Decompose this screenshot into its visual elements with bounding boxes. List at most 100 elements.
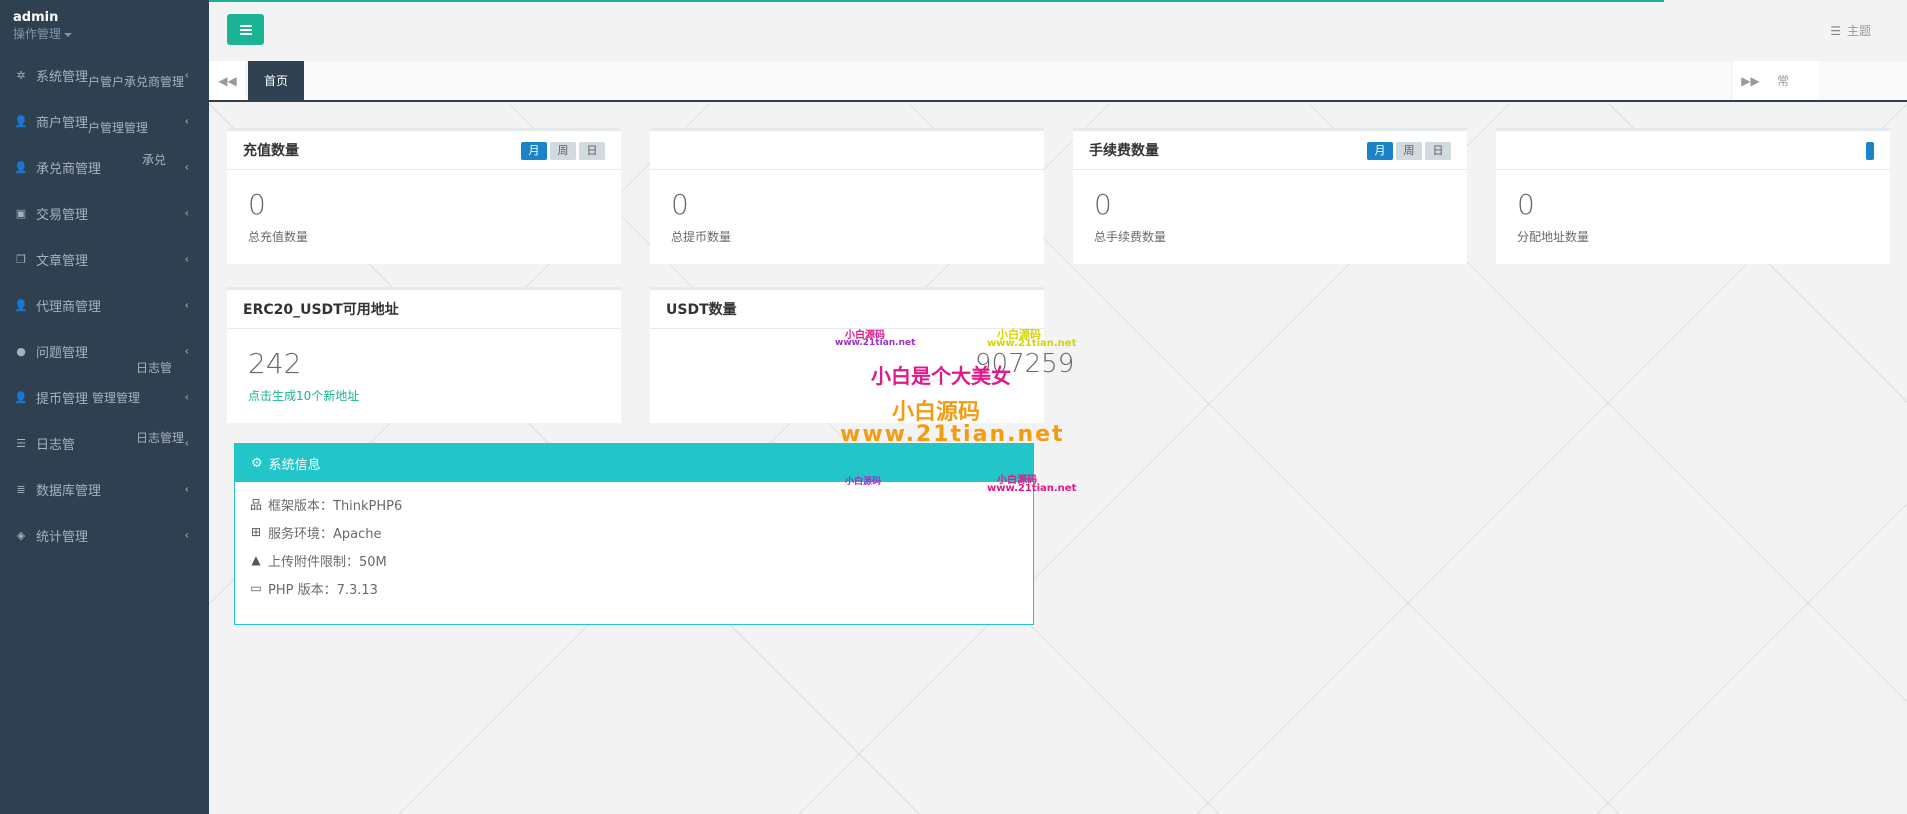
pill-week[interactable]: 周 <box>550 142 576 160</box>
cube-icon: ◈ <box>16 528 26 542</box>
sidebar-item[interactable]: ✲ 系统管理 户管户承兑商管理 ‹ <box>0 52 209 98</box>
sidebar-item-label: 统计管理 <box>36 529 89 545</box>
theme-button[interactable]: ☰ 主题 <box>1830 22 1871 39</box>
tab-close-menu[interactable]: 常 <box>1769 61 1819 100</box>
sidebar-item-label: 商户管理 <box>36 115 89 131</box>
system-info-header: ⚙ 系统信息 <box>235 444 1033 482</box>
user-icon: 👤 <box>14 390 28 404</box>
user-name: admin <box>13 10 59 25</box>
chevron-left-icon: ‹ <box>184 68 189 82</box>
card-header: 充值数量 月 周 日 <box>227 128 621 170</box>
sidebar-item[interactable]: ◈ 统计管理 ‹ <box>0 512 209 558</box>
backward-icon: ◀◀ <box>218 73 237 88</box>
system-info-row: 品框架版本：ThinkPHP6 <box>235 490 1033 518</box>
card-title: ERC20_USDT可用地址 <box>243 302 399 318</box>
card-value: 0 <box>248 188 266 221</box>
menu-toggle-button[interactable] <box>227 14 264 45</box>
recharge-count-card: 充值数量 月 周 日 0 总充值数量 <box>227 128 621 264</box>
system-info-text: 框架版本：ThinkPHP6 <box>268 498 403 514</box>
sidebar-ghost-text: 日志管理 <box>136 431 185 445</box>
sidebar-item[interactable]: ▣ 交易管理 ‹ <box>0 190 209 236</box>
tab-home[interactable]: 首页 <box>248 61 304 100</box>
withdraw-count-card: 0 总提币数量 <box>650 128 1044 264</box>
sidebar-ghost-text: 户管户承兑商管理 <box>88 75 185 89</box>
user-profile[interactable]: admin 操作管理 <box>0 0 209 52</box>
chevron-left-icon: ‹ <box>184 206 189 220</box>
card-header: ERC20_USDT可用地址 <box>227 287 621 329</box>
chevron-left-icon: ‹ <box>184 298 189 312</box>
user-icon: 👤 <box>14 160 28 174</box>
erc20-address-card: ERC20_USDT可用地址 242 点击生成10个新地址 <box>227 287 621 423</box>
sidebar-item[interactable]: ☰ 日志管 日志管理 ‹ <box>0 420 209 466</box>
chevron-left-icon: ‹ <box>184 114 189 128</box>
system-info-panel: ⚙ 系统信息 品框架版本：ThinkPHP6 ⊞ 服务环境：Apache ▲ 上传附件限… <box>234 443 1034 625</box>
pill-month[interactable] <box>1866 142 1874 160</box>
sidebar-item-label: 数据库管理 <box>36 483 102 499</box>
card-value: 0 <box>1094 188 1112 221</box>
chevron-left-icon: ‹ <box>184 436 189 450</box>
generate-addresses-link[interactable]: 点击生成10个新地址 <box>248 387 359 404</box>
pill-month[interactable]: 月 <box>1367 142 1393 160</box>
pill-day[interactable]: 日 <box>579 142 605 160</box>
sitemap-icon: 品 <box>249 497 262 512</box>
sidebar-item-label: 承兑商管理 <box>36 161 102 177</box>
sidebar-ghost-text: 户管理管理 <box>88 121 149 135</box>
sidebar-item-label: 提币管理 <box>36 391 89 407</box>
address-count-card: 0 分配地址数量 <box>1496 128 1890 264</box>
card-label: 总手续费数量 <box>1094 230 1167 244</box>
sidebar-item-label: 问题管理 <box>36 345 89 361</box>
card-header: 手续费数量 月 周 日 <box>1073 128 1467 170</box>
copy-icon: ❐ <box>16 252 26 266</box>
tab-scroll-right-button[interactable]: ▶▶ <box>1731 61 1769 100</box>
period-pills <box>1866 142 1874 160</box>
sidebar: admin 操作管理 ✲ 系统管理 户管户承兑商管理 ‹ 👤 商户管理 户管理管理 ‹ 👤 承兑商… <box>0 0 209 814</box>
user-role-dropdown[interactable]: 操作管理 <box>13 26 196 42</box>
main-content: 充值数量 月 周 日 0 总充值数量 0 总提币数量 手续费数量 月 周 日 0… <box>209 104 1907 814</box>
comment-icon: ● <box>16 344 26 358</box>
card-value: 242 <box>248 347 302 380</box>
sidebar-item[interactable]: 👤 承兑商管理 承兑 ‹ <box>0 144 209 190</box>
card-label: 总充值数量 <box>248 230 309 244</box>
tab-scroll-left-button[interactable]: ◀◀ <box>209 61 247 100</box>
period-pills: 月 周 日 <box>1367 142 1451 160</box>
tab-close-label: 常 <box>1777 74 1790 88</box>
image-icon: ▣ <box>15 206 27 220</box>
card-title: USDT数量 <box>666 302 737 318</box>
chevron-left-icon: ‹ <box>184 160 189 174</box>
card-header: USDT数量 <box>650 287 1044 329</box>
theme-icon: ☰ <box>1830 23 1841 38</box>
hamburger-icon <box>239 24 252 35</box>
chevron-left-icon: ‹ <box>184 344 189 358</box>
chevron-left-icon: ‹ <box>184 390 189 404</box>
list-icon: ☰ <box>16 436 26 450</box>
sidebar-item[interactable]: 👤 代理商管理 ‹ <box>0 282 209 328</box>
fee-count-card: 手续费数量 月 周 日 0 总手续费数量 <box>1073 128 1467 264</box>
system-info-text: PHP 版本：7.3.13 <box>268 582 378 598</box>
tabs-row: ◀◀ 首页 ▶▶ 常 <box>209 61 1907 102</box>
system-info-rows: 品框架版本：ThinkPHP6 ⊞ 服务环境：Apache ▲ 上传附件限制：50M ▭ P… <box>235 482 1033 602</box>
card-label: 总提币数量 <box>671 230 732 244</box>
theme-label: 主题 <box>1846 24 1871 38</box>
gears-icon: ⚙ <box>251 455 263 471</box>
sidebar-item[interactable]: 👤 提币管理 管理管理 ‹ <box>0 374 209 420</box>
sidebar-item[interactable]: ● 问题管理 日志管 ‹ <box>0 328 209 376</box>
card-title: 充值数量 <box>243 143 299 159</box>
forward-icon: ▶▶ <box>1741 73 1760 88</box>
database-icon: ≣ <box>16 482 26 496</box>
pill-month[interactable]: 月 <box>521 142 547 160</box>
sidebar-ghost-text: 承兑 <box>142 153 167 167</box>
usdt-count-card: USDT数量 907259 <box>650 287 1074 423</box>
user-role: 操作管理 <box>13 27 62 41</box>
sidebar-ghost-text: 管理管理 <box>92 391 141 405</box>
pill-day[interactable]: 日 <box>1425 142 1451 160</box>
loading-progress-line <box>209 0 1664 2</box>
sidebar-item-label: 交易管理 <box>36 207 89 223</box>
sidebar-item-label: 文章管理 <box>36 253 89 269</box>
card-value: 0 <box>1517 188 1535 221</box>
warning-icon: ▲ <box>251 553 261 567</box>
sidebar-item[interactable]: 👤 商户管理 户管理管理 ‹ <box>0 98 209 144</box>
sidebar-item[interactable]: ❐ 文章管理 ‹ <box>0 236 209 282</box>
pill-week[interactable]: 周 <box>1396 142 1422 160</box>
system-info-text: 上传附件限制：50M <box>268 554 387 570</box>
sidebar-item[interactable]: ≣ 数据库管理 ‹ <box>0 466 209 512</box>
